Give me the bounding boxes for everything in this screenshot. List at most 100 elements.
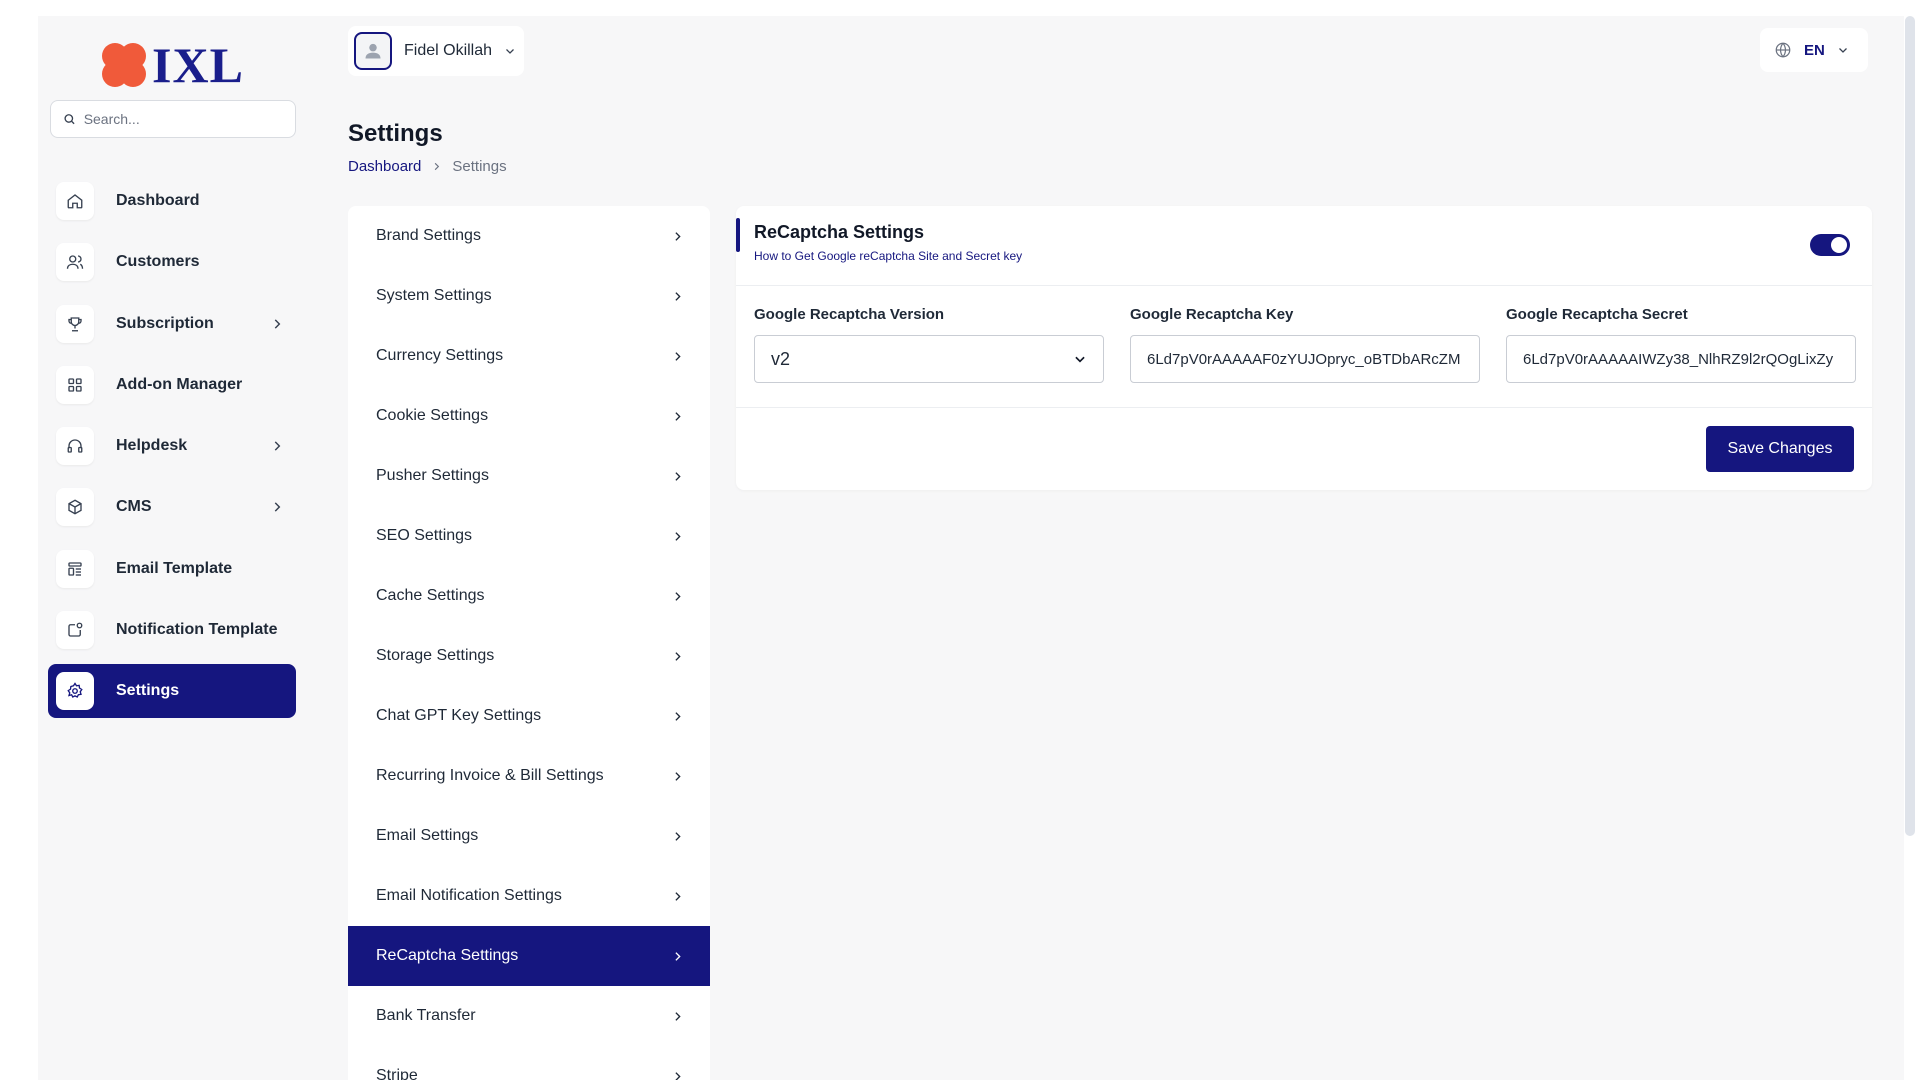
users-icon [56,243,94,282]
settings-menu-item-label: ReCaptcha Settings [376,947,519,964]
settings-menu-item-label: Recurring Invoice & Bill Settings [376,767,604,784]
secret-field: Google Recaptcha Secret [1506,306,1856,407]
chevron-right-icon [274,441,281,451]
template-icon [56,549,94,588]
notification-icon [56,611,94,650]
chevron-right-icon [675,351,681,361]
breadcrumb-dashboard-link[interactable]: Dashboard [348,158,421,175]
version-field: Google Recaptcha Version v2 [754,306,1104,407]
recaptcha-secret-input[interactable] [1506,335,1856,383]
card-title: ReCaptcha Settings [754,222,925,242]
recaptcha-key-input[interactable] [1130,335,1480,383]
settings-menu-item[interactable]: Stripe [348,1046,710,1080]
save-changes-button[interactable]: Save Changes [1706,426,1854,472]
chevron-right-icon [675,591,681,601]
settings-menu-item[interactable]: Email Settings [348,806,710,866]
recaptcha-help-link[interactable]: How to Get Google reCaptcha Site and Sec… [754,249,1022,263]
chevron-down-icon [1838,48,1847,53]
box-icon [56,488,94,527]
settings-menu-item-label: Brand Settings [376,227,481,244]
search-icon [64,114,75,125]
sidebar-item-customers[interactable]: Customers [48,235,296,289]
settings-menu-item-label: Cookie Settings [376,407,489,424]
sidebar-item-email-template[interactable]: Email Template [48,542,296,596]
chevron-down-icon [506,49,514,54]
user-icon [365,43,381,59]
settings-menu-item-label: Chat GPT Key Settings [376,707,542,724]
search-box[interactable] [50,100,296,138]
settings-menu-item[interactable]: SEO Settings [348,506,710,566]
page-scrollbar[interactable] [1905,16,1915,836]
settings-menu-item[interactable]: Bank Transfer [348,986,710,1046]
search-input[interactable] [83,111,283,127]
secret-label: Google Recaptcha Secret [1506,306,1688,323]
chevron-right-icon [675,951,681,961]
grid-icon [56,365,94,404]
breadcrumb: Dashboard Settings [348,158,507,175]
settings-menu-item[interactable]: Recurring Invoice & Bill Settings [348,746,710,806]
chevron-right-icon [675,291,681,301]
chevron-right-icon [435,162,440,171]
sidebar-item-dashboard[interactable]: Dashboard [48,174,296,228]
user-menu[interactable]: Fidel Okillah [348,26,524,76]
chevron-right-icon [675,411,681,421]
sidebar-nav: Dashboard Customers Subscription Add-on … [48,174,296,726]
chevron-right-icon [675,1071,681,1080]
settings-menu-item-label: Pusher Settings [376,467,489,484]
sidebar-item-cms[interactable]: CMS [48,480,296,534]
chevron-right-icon [675,771,681,781]
sidebar-item-subscription[interactable]: Subscription [48,297,296,351]
settings-menu-item-label: Stripe [376,1067,418,1080]
chevron-right-icon [675,231,681,241]
sidebar-item-addon-manager[interactable]: Add-on Manager [48,358,296,412]
sidebar-item-label: CMS [116,498,152,516]
recaptcha-enable-toggle[interactable] [1810,234,1850,256]
user-name: Fidel Okillah [404,42,493,59]
sidebar-item-label: Helpdesk [116,437,188,455]
sidebar-item-label: Subscription [116,314,214,332]
logo: IXL [100,36,244,94]
settings-menu-item-label: Cache Settings [376,587,485,604]
settings-menu-item[interactable]: Currency Settings [348,326,710,386]
chevron-right-icon [274,318,281,329]
settings-menu-item[interactable]: ReCaptcha Settings [348,926,710,986]
version-value: v2 [771,348,791,369]
sidebar-item-label: Customers [116,253,200,271]
chevron-right-icon [675,891,681,901]
settings-menu-item[interactable]: Cache Settings [348,566,710,626]
avatar [354,32,392,70]
sidebar-item-label: Dashboard [116,192,200,209]
version-label: Google Recaptcha Version [754,306,945,323]
settings-menu-item[interactable]: Pusher Settings [348,446,710,506]
settings-menu: Brand Settings System Settings Currency Se… [348,206,710,1080]
globe-icon [1775,42,1791,58]
settings-menu-item-label: Email Settings [376,827,479,844]
settings-menu-item[interactable]: Email Notification Settings [348,866,710,926]
settings-menu-item[interactable]: Brand Settings [348,206,710,266]
chevron-right-icon [675,1011,681,1021]
recaptcha-fields: Google Recaptcha Version v2 Google Recap… [736,286,1872,408]
settings-menu-item-label: System Settings [376,287,492,304]
sidebar-item-settings[interactable]: Settings [48,664,296,719]
logo-mark-icon [100,41,148,89]
logo-text: IXL [152,37,244,93]
trophy-icon [56,304,94,343]
settings-menu-item[interactable]: Chat GPT Key Settings [348,686,710,746]
chevron-right-icon [675,831,681,841]
headphones-icon [56,427,94,466]
settings-menu-item[interactable]: Storage Settings [348,626,710,686]
settings-menu-item[interactable]: System Settings [348,266,710,326]
sidebar-item-notification-template[interactable]: Notification Template [48,603,296,657]
version-select[interactable]: v2 [754,335,1104,383]
sidebar-item-label: Add-on Manager [116,375,243,393]
language-selector[interactable]: EN [1760,28,1868,72]
sidebar-item-helpdesk[interactable]: Helpdesk [48,419,296,473]
chevron-right-icon [274,502,281,513]
chevron-right-icon [675,471,681,481]
chevron-down-icon [1075,356,1085,363]
breadcrumb-current: Settings [452,158,507,175]
home-icon [56,182,94,220]
settings-menu-item[interactable]: Cookie Settings [348,386,710,446]
key-field: Google Recaptcha Key [1130,306,1480,407]
settings-menu-item-label: Bank Transfer [376,1007,476,1024]
